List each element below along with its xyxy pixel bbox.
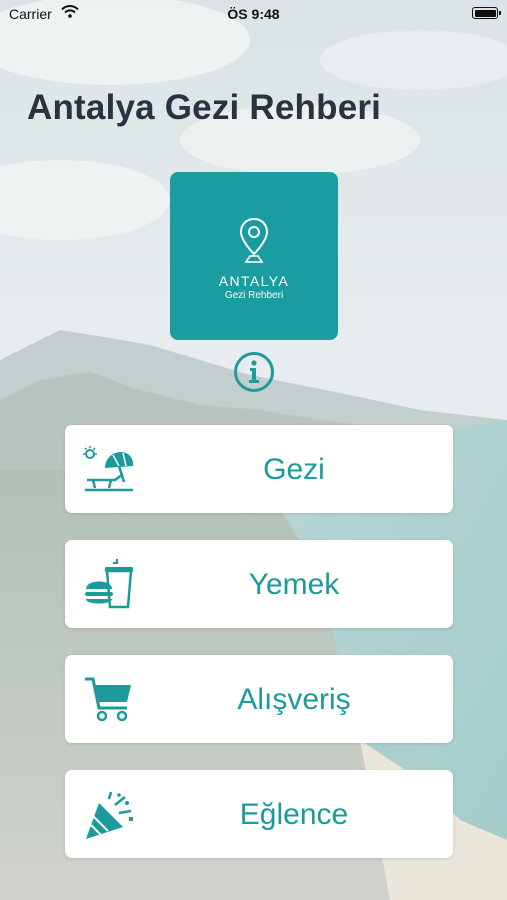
- status-time: ÖS 9:48: [227, 6, 280, 22]
- battery-icon: [472, 7, 501, 19]
- shopping-cart-icon: [85, 677, 131, 722]
- menu-label-alisveris: Alışveriş: [237, 683, 351, 716]
- logo-title: ANTALYA: [218, 273, 290, 289]
- fast-food-icon: [85, 559, 133, 609]
- menu-label-eglence: Eğlence: [239, 798, 349, 831]
- beach-umbrella-icon: [83, 446, 134, 492]
- menu-label-yemek: Yemek: [248, 568, 340, 601]
- logo-subtitle: Gezi Rehberi: [224, 290, 284, 301]
- map-pin-icon: [239, 217, 269, 263]
- menu-button-gezi[interactable]: Gezi: [65, 425, 453, 513]
- status-bar: Carrier ÖS 9:48: [0, 0, 507, 28]
- page-title: Antalya Gezi Rehberi: [27, 88, 382, 127]
- app-logo: ANTALYA Gezi Rehberi: [170, 172, 338, 340]
- menu-button-alisveris[interactable]: Alışveriş: [65, 655, 453, 743]
- party-popper-icon: [86, 791, 133, 839]
- menu-button-yemek[interactable]: Yemek: [65, 540, 453, 628]
- info-icon[interactable]: [233, 351, 275, 393]
- menu-button-eglence[interactable]: Eğlence: [65, 770, 453, 858]
- menu-label-gezi: Gezi: [263, 453, 325, 486]
